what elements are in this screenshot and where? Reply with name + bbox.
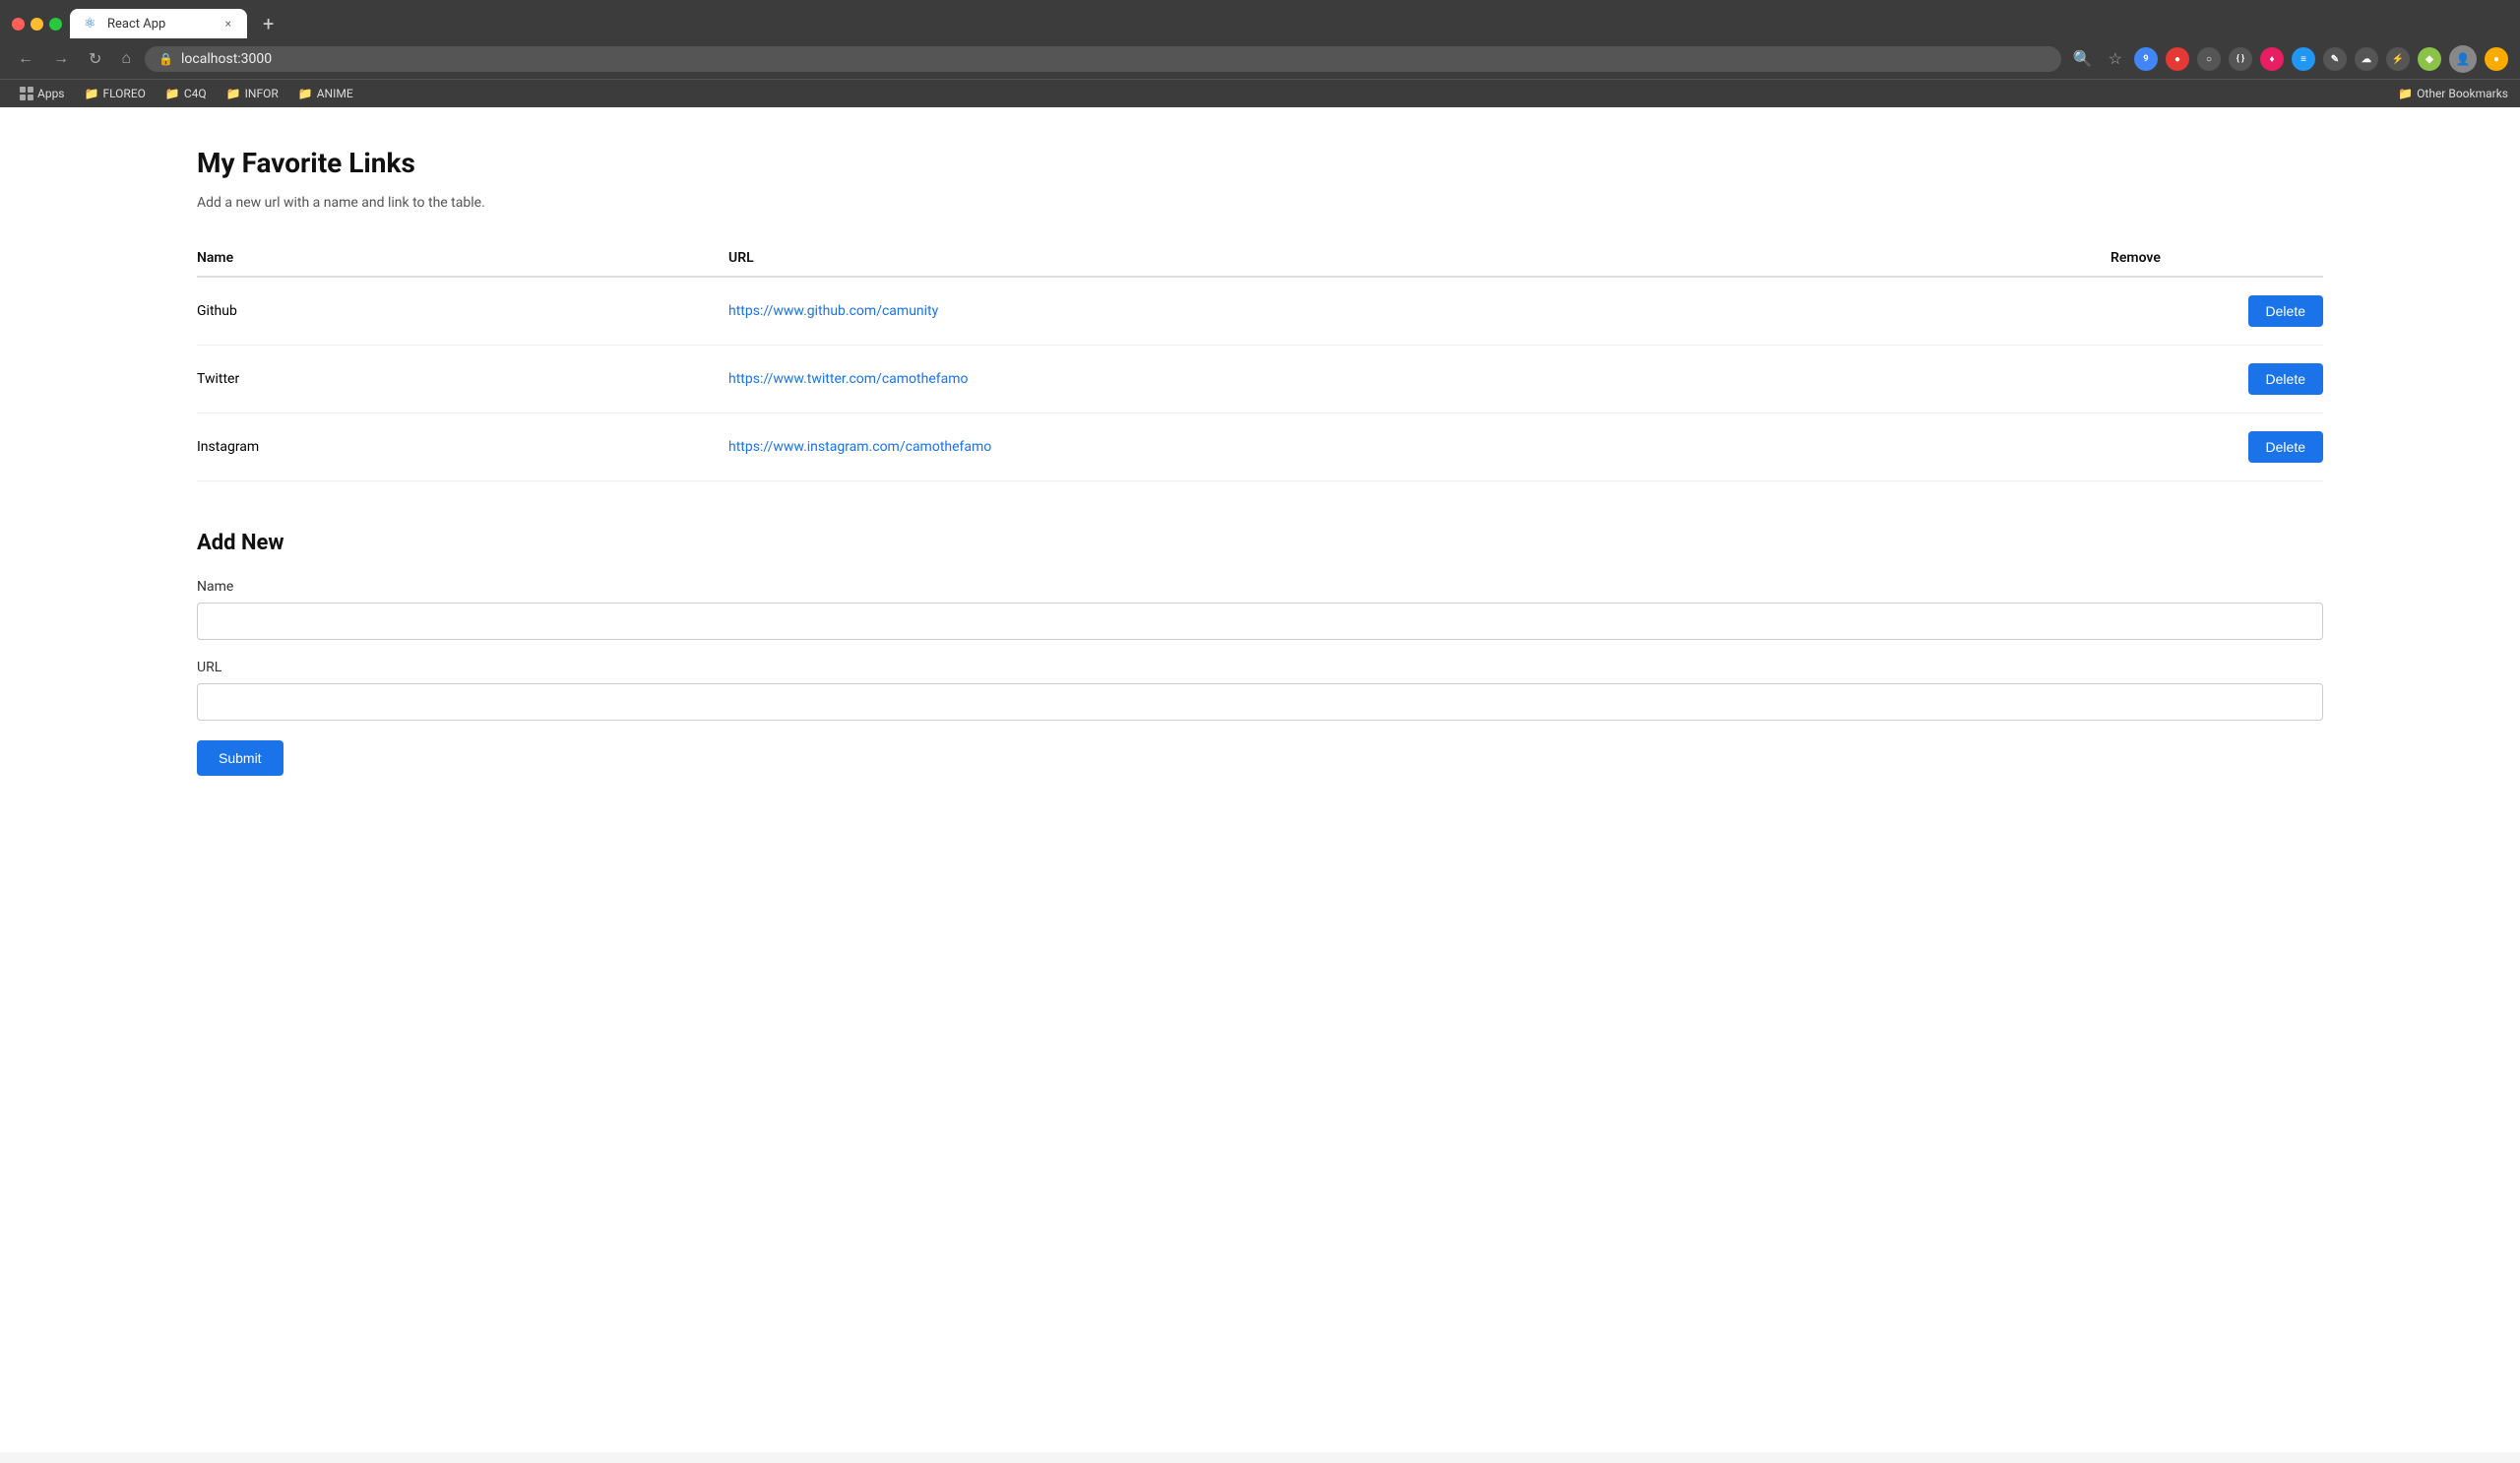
links-table: Name URL Remove Githubhttps://www.github… xyxy=(197,240,2323,481)
tab-close-button[interactable]: × xyxy=(223,15,233,32)
table-row: Twitterhttps://www.twitter.com/camothefa… xyxy=(197,346,2323,413)
name-label: Name xyxy=(197,579,2323,595)
other-bookmarks[interactable]: 📁 Other Bookmarks xyxy=(2398,87,2508,100)
bookmarks-bar: Apps 📁 FLOREO 📁 C4Q 📁 INFOR 📁 ANIME 📁 Ot… xyxy=(0,79,2520,107)
ext-icon-5[interactable]: ♦ xyxy=(2260,47,2284,71)
link-anchor[interactable]: https://www.github.com/camunity xyxy=(728,303,938,319)
bookmark-star-button[interactable]: ☆ xyxy=(2105,45,2126,73)
browser-chrome: ⚛ React App × + ← → ↻ ⌂ 🔒 localhost:3000… xyxy=(0,0,2520,107)
bookmark-c4q-label: C4Q xyxy=(184,87,207,100)
nav-bar: ← → ↻ ⌂ 🔒 localhost:3000 🔍 ☆ 9 ● ○ { } ♦… xyxy=(0,39,2520,79)
folder-icon: 📁 xyxy=(2398,87,2413,100)
ext-icon-6[interactable]: ≡ xyxy=(2292,47,2315,71)
folder-icon: 📁 xyxy=(298,87,313,100)
cell-name: Instagram xyxy=(197,413,728,481)
link-anchor[interactable]: https://www.twitter.com/camothefamo xyxy=(728,371,969,387)
folder-icon: 📁 xyxy=(226,87,241,100)
url-label: URL xyxy=(197,660,2323,675)
back-button[interactable]: ← xyxy=(12,46,39,72)
form-title: Add New xyxy=(197,531,2323,555)
url-input[interactable] xyxy=(197,683,2323,721)
ext-icon-8[interactable]: ☁ xyxy=(2355,47,2378,71)
col-header-remove: Remove xyxy=(2110,240,2323,277)
other-bookmarks-label: Other Bookmarks xyxy=(2417,87,2508,100)
cell-url: https://www.github.com/camunity xyxy=(728,277,2110,346)
apps-bookmark[interactable]: Apps xyxy=(12,84,73,103)
folder-icon: 📁 xyxy=(85,87,99,100)
profile-dot[interactable]: ● xyxy=(2485,47,2508,71)
address-text: localhost:3000 xyxy=(181,51,2048,67)
cell-remove: Delete xyxy=(2110,346,2323,413)
add-new-form: Add New Name URL Submit xyxy=(197,531,2323,776)
ext-icon-10[interactable]: ◈ xyxy=(2418,47,2441,71)
page-subtitle: Add a new url with a name and link to th… xyxy=(197,195,2323,211)
close-button[interactable] xyxy=(12,18,25,31)
submit-button[interactable]: Submit xyxy=(197,740,284,776)
bookmark-anime-label: ANIME xyxy=(317,87,353,100)
page-content: My Favorite Links Add a new url with a n… xyxy=(0,107,2520,1452)
nav-icons: 🔍 ☆ 9 ● ○ { } ♦ ≡ ✎ ☁ ⚡ ◈ 👤 ● xyxy=(2069,45,2508,73)
tab-title: React App xyxy=(107,17,216,32)
bookmark-anime[interactable]: 📁 ANIME xyxy=(290,84,361,103)
home-button[interactable]: ⌂ xyxy=(115,46,137,72)
ext-icon-4[interactable]: { } xyxy=(2229,47,2252,71)
react-icon: ⚛ xyxy=(84,16,99,32)
table-row: Instagramhttps://www.instagram.com/camot… xyxy=(197,413,2323,481)
apps-label: Apps xyxy=(37,87,65,100)
cell-name: Github xyxy=(197,277,728,346)
bookmark-infor-label: INFOR xyxy=(245,87,279,100)
maximize-button[interactable] xyxy=(49,18,62,31)
ext-icon-1[interactable]: 9 xyxy=(2134,47,2158,71)
profile-avatar[interactable]: 👤 xyxy=(2449,45,2477,73)
delete-button[interactable]: Delete xyxy=(2248,295,2323,327)
cell-url: https://www.twitter.com/camothefamo xyxy=(728,346,2110,413)
window-controls xyxy=(12,18,62,31)
ext-icon-7[interactable]: ✎ xyxy=(2323,47,2347,71)
col-header-name: Name xyxy=(197,240,728,277)
cell-name: Twitter xyxy=(197,346,728,413)
folder-icon: 📁 xyxy=(165,87,180,100)
col-header-url: URL xyxy=(728,240,2110,277)
bookmark-infor[interactable]: 📁 INFOR xyxy=(219,84,286,103)
cell-remove: Delete xyxy=(2110,277,2323,346)
reload-button[interactable]: ↻ xyxy=(83,45,107,73)
delete-button[interactable]: Delete xyxy=(2248,363,2323,395)
title-bar: ⚛ React App × + xyxy=(0,0,2520,39)
bookmark-c4q[interactable]: 📁 C4Q xyxy=(158,84,215,103)
cell-url: https://www.instagram.com/camothefamo xyxy=(728,413,2110,481)
forward-button[interactable]: → xyxy=(47,46,75,72)
search-button[interactable]: 🔍 xyxy=(2069,45,2097,73)
address-bar[interactable]: 🔒 localhost:3000 xyxy=(145,46,2061,72)
cell-remove: Delete xyxy=(2110,413,2323,481)
table-row: Githubhttps://www.github.com/camunity Del… xyxy=(197,277,2323,346)
ext-icon-3[interactable]: ○ xyxy=(2197,47,2221,71)
url-form-group: URL xyxy=(197,660,2323,721)
delete-button[interactable]: Delete xyxy=(2248,431,2323,463)
bookmark-floreo[interactable]: 📁 FLOREO xyxy=(77,84,154,103)
link-anchor[interactable]: https://www.instagram.com/camothefamo xyxy=(728,439,991,455)
name-input[interactable] xyxy=(197,603,2323,640)
lock-icon: 🔒 xyxy=(158,52,173,66)
page-title: My Favorite Links xyxy=(197,147,2323,179)
new-tab-button[interactable]: + xyxy=(255,8,282,39)
ext-icon-2[interactable]: ● xyxy=(2166,47,2189,71)
ext-icon-9[interactable]: ⚡ xyxy=(2386,47,2410,71)
name-form-group: Name xyxy=(197,579,2323,640)
bookmark-floreo-label: FLOREO xyxy=(102,87,145,100)
browser-tab[interactable]: ⚛ React App × xyxy=(70,9,247,38)
minimize-button[interactable] xyxy=(31,18,43,31)
